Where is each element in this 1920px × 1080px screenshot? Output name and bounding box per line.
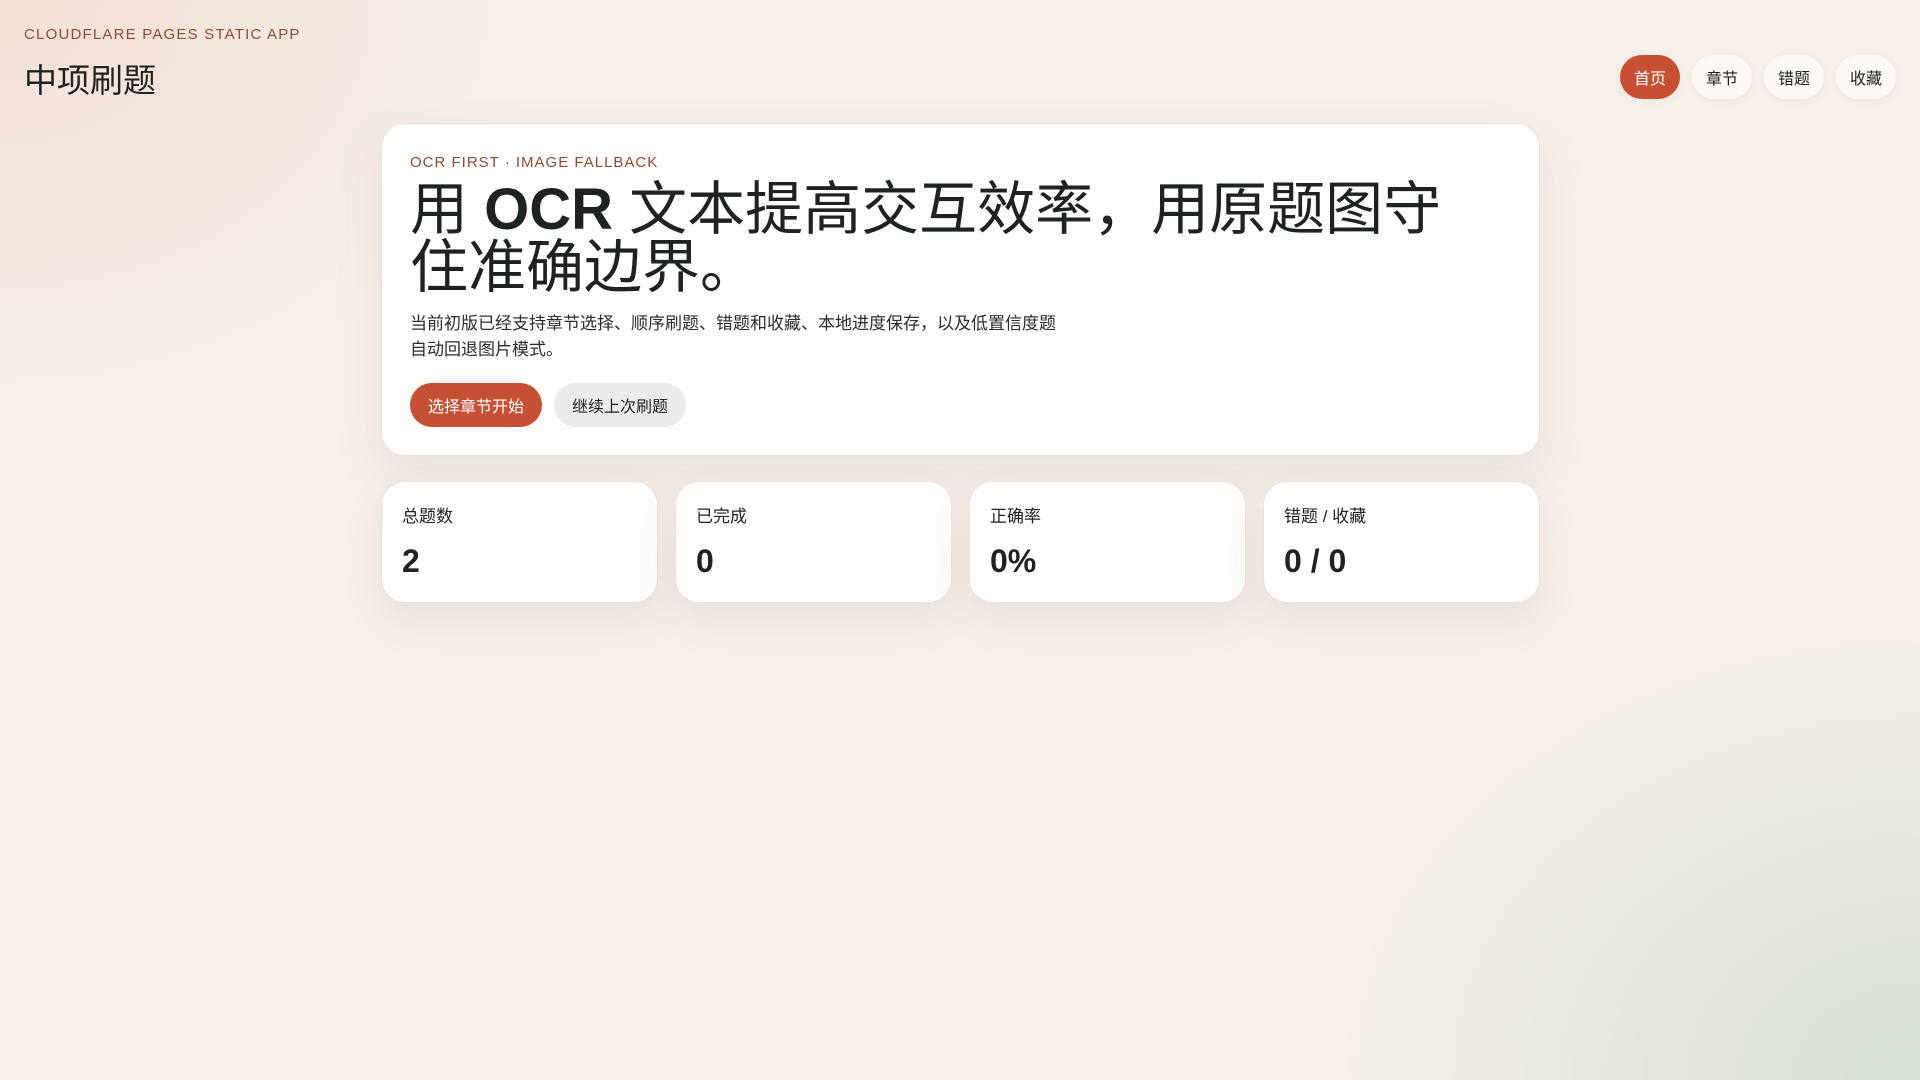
stat-label: 已完成 <box>696 507 747 526</box>
hero-card: OCR FIRST · IMAGE FALLBACK 用 OCR 文本提高交互效… <box>381 123 1540 456</box>
stat-value: 0 / 0 <box>1284 543 1347 579</box>
hero-title-prefix: 用 <box>410 177 485 242</box>
hero-eyebrow: OCR FIRST · IMAGE FALLBACK <box>410 154 659 171</box>
stat-card-completed: 已完成 0 <box>675 481 952 603</box>
hero-title-strong: OCR <box>484 177 614 242</box>
nav-chapters-button[interactable]: 章节 <box>1691 55 1752 99</box>
hero-actions: 选择章节开始 继续上次刷题 <box>410 383 1511 427</box>
stat-value: 0 <box>696 543 714 579</box>
hero-title: 用 OCR 文本提高交互效率，用原题图守住准确边界。 <box>410 181 1490 297</box>
stat-value: 0% <box>990 543 1037 579</box>
app-eyebrow: CLOUDFLARE PAGES STATIC APP <box>24 26 301 43</box>
main-nav: 首页 章节 错题 收藏 <box>1619 55 1896 99</box>
start-chapter-button[interactable]: 选择章节开始 <box>410 383 543 427</box>
nav-home-button[interactable]: 首页 <box>1619 55 1680 99</box>
stats-row: 总题数 2 已完成 0 正确率 0% 错题 / 收藏 0 / 0 <box>381 481 1540 603</box>
nav-wrong-questions-button[interactable]: 错题 <box>1763 55 1824 99</box>
top-bar: CLOUDFLARE PAGES STATIC APP 中项刷题 首页 章节 错… <box>0 0 1920 120</box>
app-title: 中项刷题 <box>24 62 156 99</box>
stat-card-total: 总题数 2 <box>381 481 658 603</box>
nav-favorites-button[interactable]: 收藏 <box>1835 55 1896 99</box>
stat-label: 正确率 <box>990 507 1041 526</box>
hero-description: 当前初版已经支持章节选择、顺序刷题、错题和收藏、本地进度保存，以及低置信度题自动… <box>410 314 1056 359</box>
stat-value: 2 <box>402 543 420 579</box>
stat-label: 总题数 <box>402 507 453 526</box>
continue-last-button[interactable]: 继续上次刷题 <box>554 383 687 427</box>
stat-label: 错题 / 收藏 <box>1284 507 1367 526</box>
stat-card-wrong-favorites: 错题 / 收藏 0 / 0 <box>1263 481 1540 603</box>
stat-card-accuracy: 正确率 0% <box>969 481 1246 603</box>
